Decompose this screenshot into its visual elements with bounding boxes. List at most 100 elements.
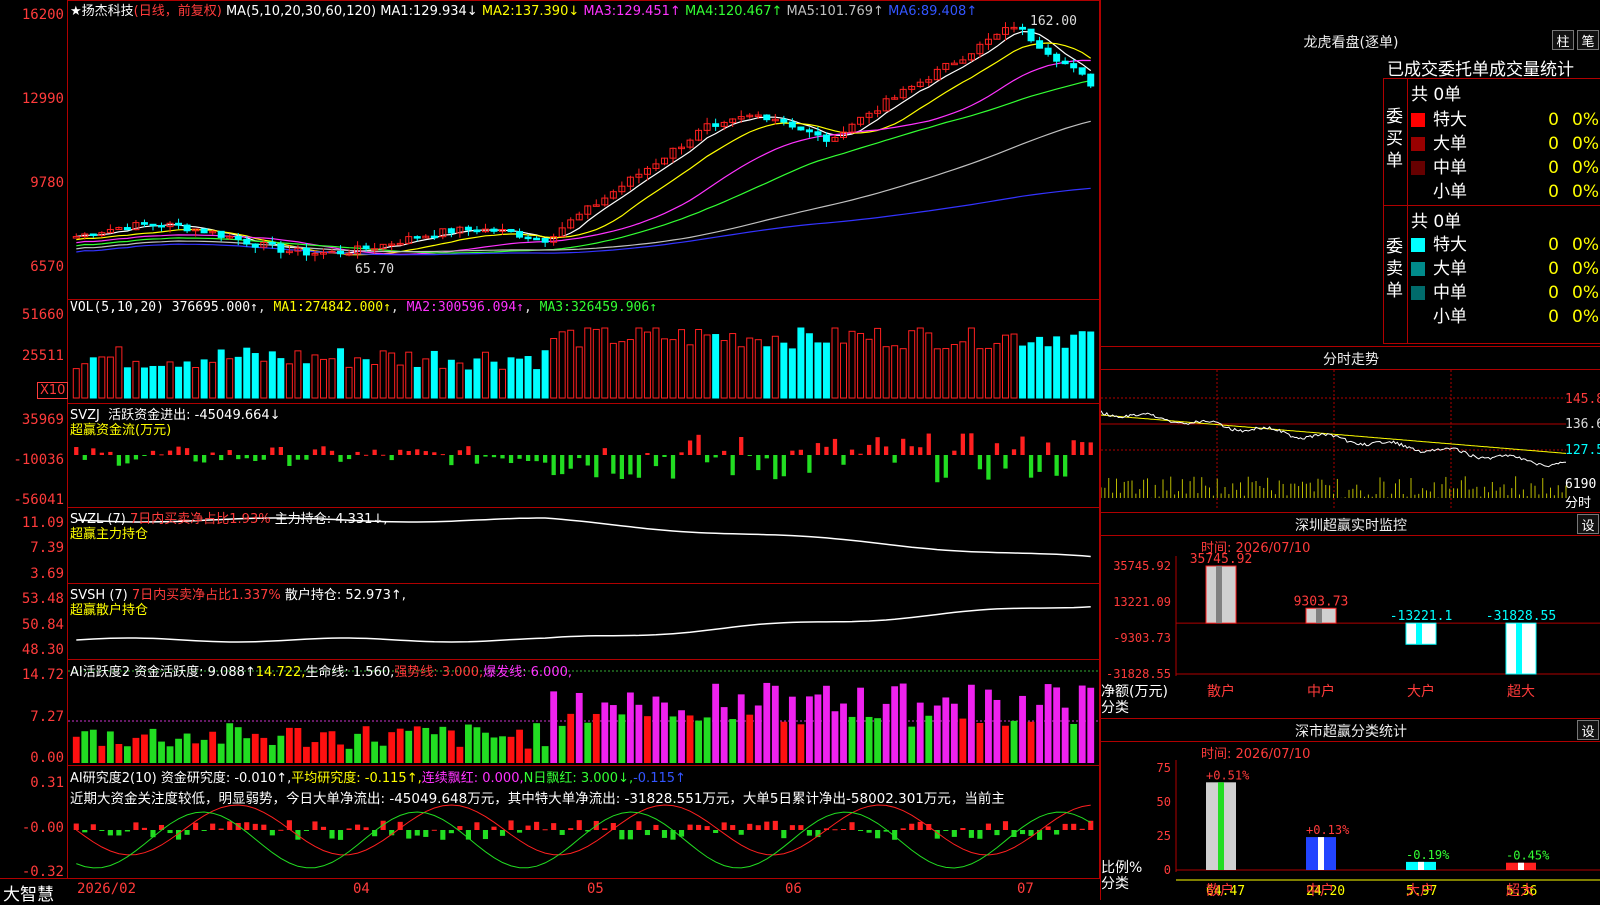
fund-flow-bar [960,433,965,455]
main-chart-canvas[interactable] [0,0,1100,900]
sell-order-row: 大单 0 0% [1411,254,1600,279]
research-bar [951,830,957,837]
monitor-axis-label: -31828.55 [1106,667,1171,681]
research-bar [917,821,923,830]
candle-body [140,222,148,225]
price-axis-label: 16200 [21,7,64,23]
fund-flow-bar [312,449,318,455]
volume-bar [669,339,677,399]
activity-bar [1019,695,1026,763]
price-axis-label: 9780 [30,175,64,191]
fund-flow-bar [346,455,352,460]
volume-bar [788,348,796,399]
fund-flow-bar [696,434,701,455]
activity-bar [584,722,592,763]
monitor-settings-button[interactable]: 设 [1577,514,1599,534]
sell-side-label: 委卖单 [1386,237,1403,301]
fund-flow-bar [935,455,940,483]
stock-name[interactable]: ★扬杰科技 [70,4,134,19]
volume-bar [635,327,643,399]
classify-settings-button[interactable]: 设 [1577,720,1599,740]
intraday-chart[interactable] [1101,370,1600,510]
activity-bar [243,738,251,763]
fund-flow-bar [193,455,198,462]
svzj-axis-label: -10036 [13,452,64,468]
activity-bar [899,683,907,763]
activity-bar [780,721,788,763]
trading-terminal: ★扬杰科技(日线，前复权) MA(5,10,20,30,60,120) MA1:… [0,0,1600,905]
fund-flow-bar [253,455,258,462]
lhb-stats-tabs[interactable]: 已成交委托单成交量统计 [1387,55,1574,80]
activity-bar [976,722,984,763]
research-bar [363,827,369,830]
activity-bar [635,704,643,763]
fund-flow-bar [832,438,838,455]
activity-bar [985,689,992,763]
fund-flow-bar [722,450,727,455]
research-bar [82,830,88,833]
candle-body [950,62,958,66]
candle-body [763,114,771,121]
volume-bar [106,356,114,399]
fund-flow-bar [858,453,863,455]
fund-flow-bar [628,455,633,475]
fund-flow-bar [679,452,684,455]
tick-view-button[interactable]: 笔 [1577,30,1599,50]
activity-bar [371,741,379,763]
sell-order-row-count: 0 [1548,283,1559,303]
activity-bar [447,730,455,763]
activity-bar [933,705,941,763]
research-bar [1054,830,1060,835]
candle-body [1019,26,1027,30]
activity-bar [533,723,541,763]
candle-body [158,224,165,228]
classify-bar [1206,782,1236,870]
sell-order-row: 中单 0 0% [1411,278,1600,303]
activity-bar [686,715,694,763]
fund-flow-bar [619,455,624,479]
classify-bar-shade [1318,837,1324,870]
fund-flow-bar [304,455,309,460]
research-bar [193,822,199,830]
fund-flow-bar [602,448,607,455]
research-bar [840,829,847,831]
fund-flow-bar [568,455,573,469]
volume-bar [729,333,737,399]
monitor-bar-chart[interactable]: 35745.92 13221.09 -9303.73 -31828.55 35745.9… [1101,536,1600,716]
research-bar [346,828,352,830]
classify-bar [1406,861,1436,870]
volume-bar [703,334,711,399]
classify-category-label: 大户 [1406,883,1434,899]
ai1-axis-label: 7.27 [30,709,64,725]
activity-bar [362,726,370,763]
research-bar [696,824,702,830]
classify-bar-chart[interactable]: 7550250+0.51%64.47+0.13%24.20-0.19%5.97-… [1101,740,1600,900]
activity-bar [823,685,830,763]
volume-bar [1078,331,1086,399]
research-bar [619,830,625,840]
monitor-bar-shade [1216,566,1222,624]
volume-bar [771,335,779,399]
activity-bar [320,732,327,763]
monitor-bar-label: -31828.55 [1486,609,1556,624]
vol-ma: MA3:326459.906↑ [539,300,658,315]
period-mode[interactable]: (日线，前复权) [134,4,222,19]
volume-bar [558,331,566,399]
volume-bar [260,360,268,399]
activity-bar [337,744,344,763]
candle-body [447,228,455,234]
fund-flow-bar [261,455,266,460]
bar-view-button[interactable]: 柱 [1552,30,1574,50]
fund-flow-bar [952,450,957,455]
buy-order-row-count: 0 [1548,110,1559,130]
candle-body [1087,73,1095,87]
date-label: 05 [587,881,604,897]
volume-bar [413,366,421,399]
buy-order-row: 小单 0 0% [1411,177,1600,202]
brand-logo[interactable]: 大智慧 [3,880,54,905]
research-bar [636,821,642,830]
fund-flow-bar [483,455,488,457]
fund-flow-bar [142,455,147,456]
ai-research-header: AI研究度2(10) 资金研究度: -0.010↑,平均研究度: -0.115↑… [70,771,686,786]
buy-order-row-pct: 0% [1572,182,1599,202]
